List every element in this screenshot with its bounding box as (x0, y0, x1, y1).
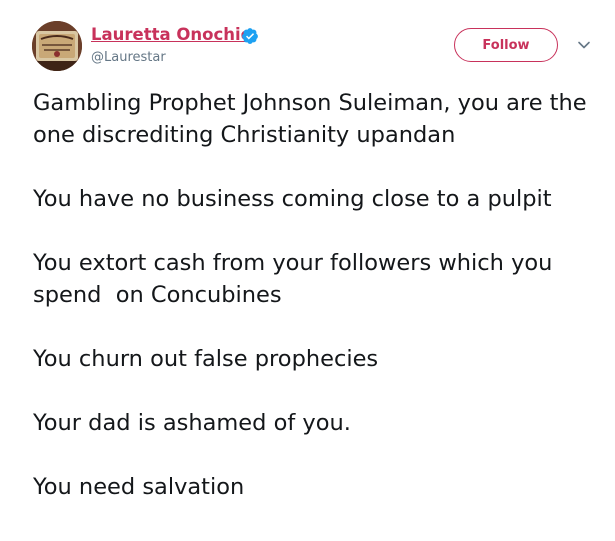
user-name[interactable]: Lauretta Onochie (91, 24, 252, 46)
tweet-paragraph: Your dad is ashamed of you. (33, 410, 351, 436)
tweet-card: Lauretta Onochie @Laurestar Follow Gambl… (0, 0, 615, 541)
tweet-paragraph: You need salvation (33, 474, 245, 500)
avatar-image (32, 21, 82, 71)
tweet-paragraph: Gambling Prophet Johnson Suleiman, you a… (33, 90, 594, 148)
verified-badge-icon (241, 27, 259, 45)
tweet-paragraph: You extort cash from your followers whic… (33, 250, 560, 308)
tweet-paragraph: You have no business coming close to a p… (33, 186, 552, 212)
tweet-text: Gambling Prophet Johnson Suleiman, you a… (33, 87, 608, 503)
chevron-down-icon[interactable] (575, 36, 593, 54)
user-handle[interactable]: @Laurestar (91, 49, 166, 67)
follow-button[interactable]: Follow (454, 28, 558, 62)
avatar[interactable] (32, 21, 82, 71)
tweet-paragraph: You churn out false prophecies (33, 346, 379, 372)
